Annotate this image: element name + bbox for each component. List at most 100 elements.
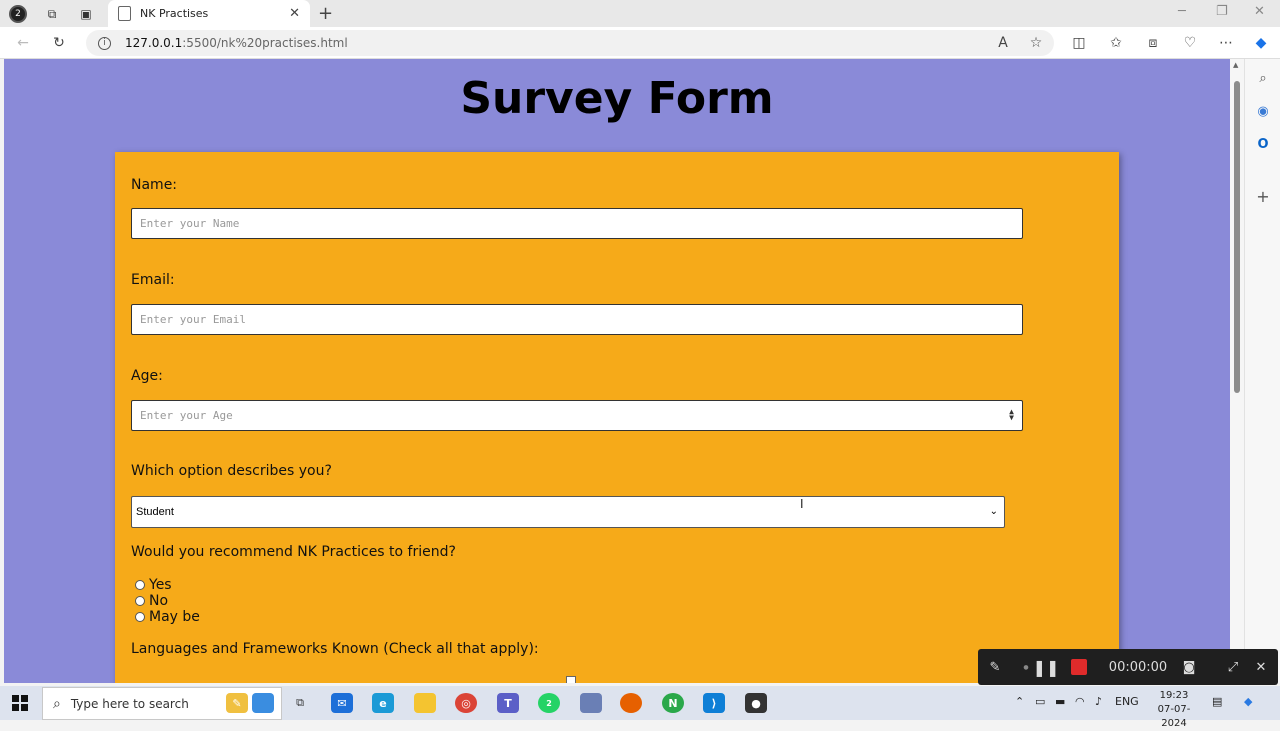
camera-icon[interactable]: ◙ bbox=[1178, 658, 1200, 676]
favorite-star-icon[interactable]: ☆ bbox=[1025, 33, 1047, 53]
back-icon[interactable]: ← bbox=[12, 33, 34, 53]
profile-icon: 2 bbox=[9, 5, 27, 23]
device-icon[interactable]: ▭ bbox=[1035, 695, 1045, 708]
firefox-icon[interactable] bbox=[620, 693, 642, 713]
radio-label-yes: Yes bbox=[149, 577, 172, 593]
spinner-icon[interactable]: ▲ ▼ bbox=[1009, 408, 1014, 422]
file-explorer-icon[interactable] bbox=[414, 693, 436, 713]
pause-icon[interactable]: ❚❚ bbox=[1033, 658, 1060, 677]
browser-tabstrip: 2 ⧉ ▣ NK Practises ✕ + ─ ❐ ✕ bbox=[0, 0, 1280, 27]
more-menu-icon[interactable]: ⋯ bbox=[1215, 33, 1237, 53]
recommend-label: Would you recommend NK Practices to frie… bbox=[131, 544, 456, 560]
taskbar-clock[interactable]: 19:23 07-07-2024 bbox=[1148, 689, 1200, 731]
copilot-tray-icon[interactable]: ◆ bbox=[1244, 695, 1252, 708]
collections-icon[interactable]: ⧈ bbox=[1142, 33, 1164, 53]
language-indicator[interactable]: ENG bbox=[1115, 695, 1139, 708]
notifications-icon[interactable]: ▤ bbox=[1212, 695, 1222, 708]
add-icon[interactable]: + bbox=[1254, 187, 1272, 206]
new-tab-icon[interactable]: + bbox=[318, 3, 333, 24]
page-scrollbar[interactable]: ▲ bbox=[1230, 59, 1244, 683]
pen-icon[interactable]: ✎ bbox=[986, 658, 1004, 676]
mail-icon[interactable]: ✉ bbox=[331, 693, 353, 713]
copilot-icon[interactable]: ◆ bbox=[1250, 33, 1272, 53]
name-placeholder: Enter your Name bbox=[140, 217, 240, 230]
scroll-thumb[interactable] bbox=[1234, 81, 1240, 393]
copilot-widget-icon[interactable] bbox=[252, 693, 274, 713]
radio-maybe[interactable]: May be bbox=[135, 609, 200, 625]
edge-sidebar: ⌕ ◉ O + bbox=[1244, 59, 1280, 683]
survey-form: Name: Enter your Name Email: Enter your … bbox=[115, 152, 1119, 683]
radio-button[interactable] bbox=[135, 612, 145, 622]
info-icon[interactable]: i bbox=[98, 36, 111, 50]
windows-start-icon[interactable] bbox=[12, 695, 28, 711]
page-viewport: Survey Form Name: Enter your Name Email:… bbox=[4, 59, 1230, 683]
clock-time: 19:23 bbox=[1159, 690, 1189, 701]
language-checkbox[interactable] bbox=[566, 676, 576, 683]
maximize-icon[interactable]: ❐ bbox=[1216, 4, 1228, 19]
text-cursor-icon: I bbox=[800, 497, 804, 511]
email-input[interactable]: Enter your Email bbox=[131, 304, 1023, 335]
teams-icon[interactable]: T bbox=[497, 693, 519, 713]
radio-button[interactable] bbox=[135, 596, 145, 606]
radio-label-maybe: May be bbox=[149, 609, 200, 625]
edge-icon[interactable]: e bbox=[372, 693, 394, 713]
stop-icon[interactable] bbox=[1070, 658, 1088, 676]
read-aloud-icon[interactable]: A bbox=[992, 33, 1014, 53]
age-label: Age: bbox=[131, 368, 163, 384]
expand-icon[interactable]: ⤢ bbox=[1224, 658, 1242, 676]
age-input[interactable]: Enter your Age ▲ ▼ bbox=[131, 400, 1023, 431]
close-tab-icon[interactable]: ✕ bbox=[289, 6, 300, 21]
windows-taskbar: ⌕ Type here to search ✎ ⧉ ✉ e ◎ T 2 N ⟩ … bbox=[0, 686, 1280, 729]
recording-timer: 00:00:00 bbox=[1108, 659, 1168, 675]
whatsapp-badge: 2 bbox=[546, 698, 552, 708]
radio-no[interactable]: No bbox=[135, 593, 168, 609]
close-icon[interactable]: ✕ bbox=[1252, 658, 1270, 676]
role-selected-value: Student bbox=[136, 506, 174, 518]
role-label: Which option describes you? bbox=[131, 463, 332, 479]
radio-button[interactable] bbox=[135, 580, 145, 590]
name-input[interactable]: Enter your Name bbox=[131, 208, 1023, 239]
widget-icon[interactable]: ✎ bbox=[226, 693, 248, 713]
chevron-down-icon: ⌄ bbox=[989, 506, 998, 517]
chrome-icon[interactable]: ◎ bbox=[455, 693, 477, 713]
task-view-icon[interactable]: ⧉ bbox=[289, 693, 311, 713]
workspaces-icon[interactable]: ⧉ bbox=[42, 4, 62, 24]
email-label: Email: bbox=[131, 272, 175, 288]
role-select[interactable]: Student ⌄ bbox=[131, 496, 1005, 528]
browser-toolbar: ← ↻ i 127.0.0.1:5500/nk%20practises.html… bbox=[0, 27, 1280, 59]
email-placeholder: Enter your Email bbox=[140, 313, 246, 326]
app-icon[interactable] bbox=[580, 693, 602, 713]
name-label: Name: bbox=[131, 177, 178, 193]
taskbar-search-placeholder: Type here to search bbox=[70, 696, 189, 711]
browser-essentials-icon[interactable]: ♡ bbox=[1179, 33, 1201, 53]
scroll-up-icon[interactable]: ▲ bbox=[1233, 61, 1238, 69]
search-icon[interactable]: ⌕ bbox=[1254, 69, 1272, 87]
dot-icon: ● bbox=[1023, 663, 1029, 671]
wifi-icon[interactable]: ◠ bbox=[1075, 695, 1085, 708]
whatsapp-icon[interactable]: 2 bbox=[538, 693, 560, 713]
minimize-icon[interactable]: ─ bbox=[1178, 4, 1186, 19]
split-screen-icon[interactable]: ◫ bbox=[1068, 33, 1090, 53]
screen-recorder-app-icon[interactable]: ● bbox=[745, 693, 767, 713]
radio-yes[interactable]: Yes bbox=[135, 577, 172, 593]
page-icon bbox=[118, 6, 131, 21]
radio-label-no: No bbox=[149, 593, 169, 609]
clock-date: 07-07-2024 bbox=[1157, 704, 1191, 729]
battery-icon[interactable]: ▬ bbox=[1055, 695, 1065, 708]
profile-button[interactable]: 2 bbox=[8, 4, 28, 24]
vscode-icon[interactable]: ⟩ bbox=[703, 693, 725, 713]
tools-icon[interactable]: ◉ bbox=[1254, 102, 1272, 120]
address-bar[interactable]: i 127.0.0.1:5500/nk%20practises.html bbox=[86, 30, 1054, 56]
favorites-icon[interactable]: ✩ bbox=[1105, 33, 1127, 53]
refresh-icon[interactable]: ↻ bbox=[48, 33, 70, 53]
url-host: 127.0.0.1 bbox=[125, 36, 183, 50]
tray-chevron-icon[interactable]: ⌃ bbox=[1015, 695, 1024, 708]
volume-icon[interactable]: ♪ bbox=[1095, 695, 1102, 708]
close-window-icon[interactable]: ✕ bbox=[1254, 4, 1265, 19]
tab-actions-icon[interactable]: ▣ bbox=[76, 4, 96, 24]
url-path: :5500/nk%20practises.html bbox=[182, 36, 348, 50]
outlook-icon[interactable]: O bbox=[1254, 135, 1272, 153]
tab-nk-practises[interactable]: NK Practises ✕ bbox=[108, 0, 310, 27]
page-title: Survey Form bbox=[460, 73, 774, 124]
chrome-profile-icon[interactable]: N bbox=[662, 693, 684, 713]
